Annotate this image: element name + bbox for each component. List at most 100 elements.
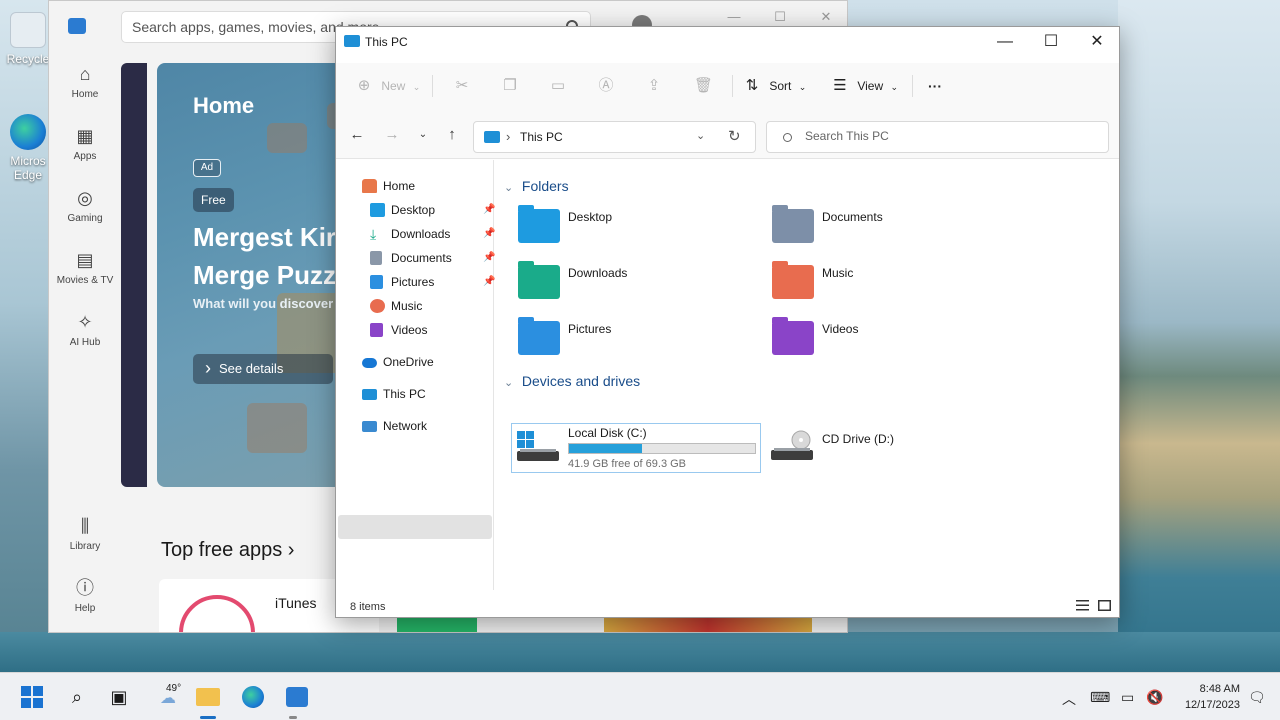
- plus-icon: ⊕: [357, 77, 371, 94]
- group-title: Devices and drives: [521, 373, 641, 389]
- up-button[interactable]: ↑: [441, 124, 463, 146]
- folder-name: Documents: [822, 210, 883, 224]
- store-nav-label: Apps: [73, 151, 97, 162]
- desktop-folder-icon: [370, 203, 385, 217]
- home-icon: ⌂: [79, 64, 91, 84]
- back-button[interactable]: ←: [346, 124, 368, 146]
- folder-desktop[interactable]: Desktop: [518, 205, 748, 255]
- arrow-left-icon: ←: [349, 126, 365, 143]
- content-pane: ⌄ Folders Desktop Documents Downloads Mu…: [496, 160, 1118, 590]
- weather-temperature: 49°: [166, 683, 182, 694]
- desktop-wallpaper-lake: [0, 632, 1280, 672]
- sidebar-item-label: Pictures: [391, 275, 435, 289]
- address-bar[interactable]: › This PC ⌄ ↻: [473, 121, 756, 153]
- start-button[interactable]: [16, 681, 48, 713]
- network-icon[interactable]: ▭: [1121, 689, 1134, 706]
- drive-cd-d[interactable]: CD Drive (D:): [766, 423, 966, 473]
- sort-button[interactable]: ⇅ Sort ⌄: [744, 71, 807, 101]
- view-button[interactable]: ☰ View ⌄: [832, 71, 898, 101]
- sidebar-item-label: OneDrive: [383, 355, 434, 369]
- search-icon: ⌕: [71, 687, 83, 707]
- app-card-thumbnail[interactable]: [397, 617, 477, 632]
- edge-taskbar-button[interactable]: [237, 681, 269, 713]
- desktop: Recycle Micros Edge Search apps, games, …: [0, 0, 1280, 672]
- new-button[interactable]: ⊕ New ⌄: [356, 71, 421, 101]
- drives-group-header[interactable]: ⌄ Devices and drives: [504, 373, 640, 389]
- paste-icon: ▭: [550, 77, 566, 94]
- drive-usage-fill: [569, 444, 643, 453]
- folder-documents[interactable]: Documents: [772, 205, 1002, 255]
- see-details-button[interactable]: See details: [193, 353, 333, 384]
- rename-icon: Ⓐ: [598, 77, 614, 94]
- downloads-folder-icon: ⤓: [370, 226, 377, 242]
- search-input[interactable]: [805, 129, 1095, 143]
- store-nav-movies[interactable]: ▤ Movies & TV: [49, 249, 121, 286]
- folders-group-header[interactable]: ⌄ Folders: [504, 178, 569, 194]
- pin-icon[interactable]: 📌: [483, 223, 495, 245]
- edge-icon: [10, 114, 46, 150]
- search-button[interactable]: ⌕: [61, 681, 93, 713]
- close-button[interactable]: ✕: [1074, 27, 1120, 57]
- pin-icon[interactable]: 📌: [483, 247, 495, 269]
- folder-videos[interactable]: Videos: [772, 317, 1002, 367]
- notifications-icon[interactable]: 🗨: [1248, 689, 1266, 706]
- more-options-button[interactable]: ···: [928, 71, 942, 101]
- this-pc-icon: [484, 131, 500, 143]
- copy-button[interactable]: ❐: [502, 71, 518, 101]
- delete-button[interactable]: 🗑: [694, 71, 713, 101]
- taskbar: ⌕ ▣ ☁ 49° ︿ ⌨ ▭ 🔇 8:48 AM 12/17/2023 🗨: [0, 672, 1280, 720]
- pin-icon[interactable]: 📌: [483, 271, 495, 293]
- sidebar-item-label: Desktop: [391, 203, 436, 217]
- search-box[interactable]: [766, 121, 1109, 153]
- refresh-icon[interactable]: ↻: [728, 127, 741, 145]
- weather-widget[interactable]: ☁ 49°: [148, 681, 188, 713]
- show-hidden-icons-button[interactable]: ︿: [1062, 689, 1076, 709]
- folder-downloads[interactable]: Downloads: [518, 261, 748, 311]
- share-button[interactable]: ⇪: [646, 71, 662, 101]
- folder-pictures[interactable]: Pictures: [518, 317, 748, 367]
- gaming-icon: ◎: [77, 188, 93, 208]
- pin-icon[interactable]: 📌: [483, 199, 495, 221]
- store-nav-label: Home: [71, 89, 99, 100]
- explorer-titlebar[interactable]: This PC — ☐ ✕: [336, 27, 1119, 57]
- chevron-down-icon: ⌄: [504, 182, 514, 194]
- paste-button[interactable]: ▭: [550, 71, 566, 101]
- search-icon: [783, 133, 792, 142]
- address-dropdown-icon[interactable]: ⌄: [696, 129, 705, 142]
- store-taskbar-button[interactable]: [281, 681, 313, 713]
- keyboard-icon[interactable]: ⌨: [1090, 689, 1110, 706]
- recent-locations-button[interactable]: ⌄: [412, 124, 434, 146]
- breadcrumb[interactable]: This PC: [520, 130, 563, 144]
- store-nav-apps[interactable]: ▦ Apps: [49, 125, 121, 162]
- store-nav-gaming[interactable]: ◎ Gaming: [49, 187, 121, 224]
- clock[interactable]: 8:48 AM 12/17/2023: [1176, 681, 1240, 713]
- store-logo-icon: [68, 18, 86, 34]
- cut-button[interactable]: ✂: [454, 71, 470, 101]
- app-card-thumbnail[interactable]: [604, 617, 812, 632]
- store-nav-home[interactable]: ⌂ Home: [49, 63, 121, 100]
- store-nav-help[interactable]: ⓘ Help: [49, 577, 121, 614]
- drive-local-disk-c[interactable]: Local Disk (C:) 41.9 GB free of 69.3 GB: [511, 423, 761, 473]
- forward-button[interactable]: →: [381, 124, 403, 146]
- minimize-button[interactable]: —: [982, 27, 1028, 57]
- file-explorer-taskbar-button[interactable]: [192, 681, 224, 713]
- rename-button[interactable]: Ⓐ: [598, 71, 614, 101]
- recycle-bin-icon: [10, 12, 46, 48]
- running-app-indicator: [289, 716, 297, 719]
- maximize-button[interactable]: ☐: [1028, 27, 1074, 57]
- chevron-right-icon: ›: [506, 129, 511, 144]
- network-icon: [362, 421, 377, 432]
- top-free-apps-heading[interactable]: Top free apps ›: [161, 539, 294, 562]
- folder-music[interactable]: Music: [772, 261, 1002, 311]
- hero-previous-card[interactable]: [121, 63, 147, 487]
- details-view-icon[interactable]: [1076, 600, 1089, 611]
- volume-muted-icon[interactable]: 🔇: [1146, 689, 1163, 706]
- selected-highlight: [338, 515, 492, 539]
- documents-folder-icon: [772, 205, 814, 243]
- view-icon: ☰: [833, 77, 847, 94]
- task-view-button[interactable]: ▣: [103, 681, 135, 713]
- store-nav-library[interactable]: ⫼ Library: [49, 515, 121, 552]
- store-nav-ai-hub[interactable]: ✧ AI Hub: [49, 311, 121, 348]
- large-icons-view-icon[interactable]: [1098, 600, 1111, 611]
- chevron-down-icon: ⌄: [890, 82, 899, 92]
